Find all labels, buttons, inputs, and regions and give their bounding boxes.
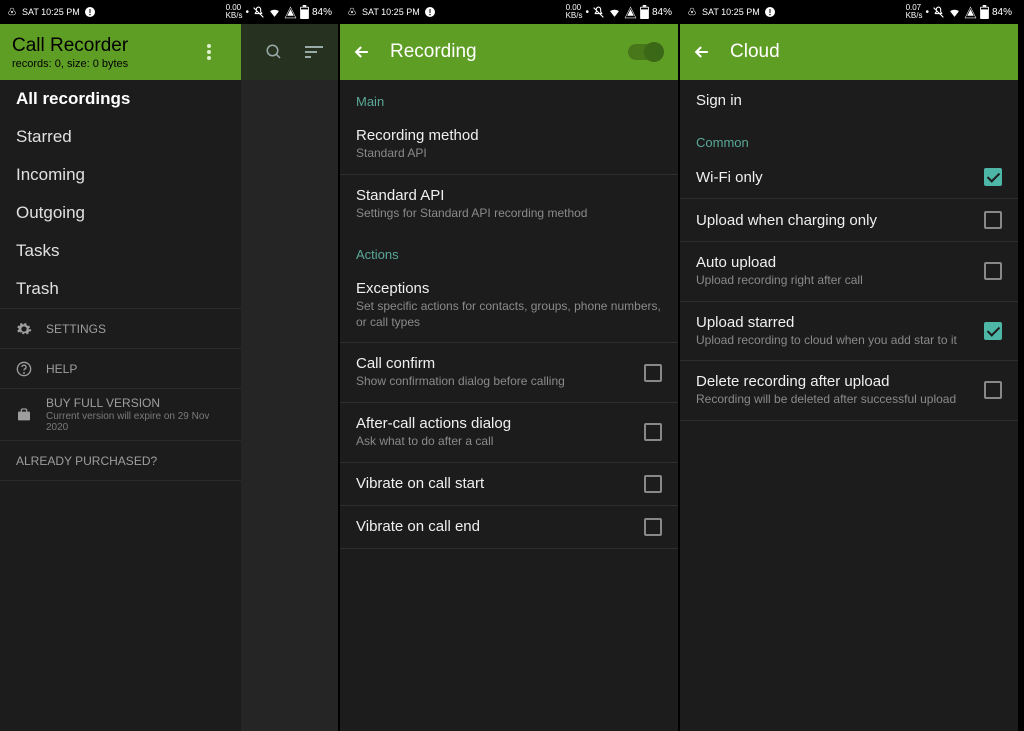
nav-help[interactable]: HELP [0,349,241,389]
section-common: Common [680,121,1018,156]
checkbox-charging-only[interactable] [984,211,1002,229]
screen-recording: SAT 10:25 PM 0.00KB/s • 84% Recording Ma… [340,0,680,731]
net-speed: 0.00KB/s [566,4,583,20]
net-speed: 0.07KB/s [906,4,923,20]
buy-sublabel: Current version will expire on 29 Nov 20… [46,411,225,433]
setting-upload-starred[interactable]: Upload starred Upload recording to cloud… [680,302,1018,362]
app-bar: Call Recorder records: 0, size: 0 bytes [0,24,338,80]
status-time: SAT 10:25 PM [362,7,420,17]
battery-pct: 84% [992,7,1012,18]
nav-trash[interactable]: Trash [0,270,241,308]
setting-signin[interactable]: Sign in [680,80,1018,121]
setting-wifi-only[interactable]: Wi-Fi only [680,156,1018,199]
battery-icon [640,5,649,19]
nav-incoming[interactable]: Incoming [0,156,241,194]
checkbox-call-confirm[interactable] [644,364,662,382]
wifi-icon [608,6,621,19]
nav-all-recordings[interactable]: All recordings [0,80,241,118]
setting-after-call[interactable]: After-call actions dialog Ask what to do… [340,403,678,463]
notification-icon [764,6,776,18]
setting-recording-method[interactable]: Recording method Standard API [340,115,678,175]
status-time: SAT 10:25 PM [702,7,760,17]
settings-label: SETTINGS [46,322,106,336]
setting-standard-api[interactable]: Standard API Settings for Standard API r… [340,175,678,234]
checkbox-wifi-only[interactable] [984,168,1002,186]
section-main: Main [340,80,678,115]
checkbox-auto-upload[interactable] [984,262,1002,280]
notification-icon [424,6,436,18]
nav-tasks[interactable]: Tasks [0,232,241,270]
status-bar: SAT 10:25 PM 0.00KB/s • 84% [0,0,338,24]
mute-icon [932,6,945,19]
signal-icon [624,6,637,19]
biohazard-icon [346,6,358,18]
nav-purchased[interactable]: ALREADY PURCHASED? [0,441,241,481]
help-icon [16,361,32,377]
biohazard-icon [6,6,18,18]
battery-icon [980,5,989,19]
screen-main: SAT 10:25 PM 0.00KB/s • 84% Call Recorde… [0,0,340,731]
back-button[interactable] [692,42,712,62]
page-title: Recording [390,41,628,63]
nav-outgoing[interactable]: Outgoing [0,194,241,232]
nav-buy[interactable]: BUY FULL VERSION Current version will ex… [0,389,241,441]
setting-vibrate-start[interactable]: Vibrate on call start [340,463,678,506]
mute-icon [252,6,265,19]
buy-label: BUY FULL VERSION [46,396,225,410]
net-speed: 0.00KB/s [226,4,243,20]
signal-icon [964,6,977,19]
checkbox-vibrate-end[interactable] [644,518,662,536]
mute-icon [592,6,605,19]
status-bar: SAT 10:25 PM 0.07KB/s • 84% [680,0,1018,24]
nav-settings[interactable]: SETTINGS [0,309,241,349]
app-title: Call Recorder [12,35,189,57]
more-button[interactable] [189,32,229,72]
checkbox-after-call[interactable] [644,423,662,441]
app-subtitle: records: 0, size: 0 bytes [12,58,189,70]
battery-icon [300,5,309,19]
sort-button[interactable] [294,32,334,72]
checkbox-vibrate-start[interactable] [644,475,662,493]
app-bar: Recording [340,24,678,80]
setting-auto-upload[interactable]: Auto upload Upload recording right after… [680,242,1018,302]
signal-icon [284,6,297,19]
setting-vibrate-end[interactable]: Vibrate on call end [340,506,678,549]
status-bar: SAT 10:25 PM 0.00KB/s • 84% [340,0,678,24]
purchased-label: ALREADY PURCHASED? [16,454,157,468]
setting-call-confirm[interactable]: Call confirm Show confirmation dialog be… [340,343,678,403]
checkbox-upload-starred[interactable] [984,322,1002,340]
checkbox-delete-after-upload[interactable] [984,381,1002,399]
back-button[interactable] [352,42,372,62]
content-empty [241,80,338,731]
notification-icon [84,6,96,18]
page-title: Cloud [730,41,1006,63]
setting-delete-after-upload[interactable]: Delete recording after upload Recording … [680,361,1018,421]
setting-charging-only[interactable]: Upload when charging only [680,199,1018,242]
wifi-icon [948,6,961,19]
screen-cloud: SAT 10:25 PM 0.07KB/s • 84% Cloud Sign i… [680,0,1020,731]
battery-pct: 84% [652,7,672,18]
app-bar: Cloud [680,24,1018,80]
biohazard-icon [686,6,698,18]
nav-starred[interactable]: Starred [0,118,241,156]
briefcase-icon [16,407,32,423]
status-time: SAT 10:25 PM [22,7,80,17]
setting-exceptions[interactable]: Exceptions Set specific actions for cont… [340,268,678,343]
gear-icon [16,321,32,337]
search-button[interactable] [254,32,294,72]
battery-pct: 84% [312,7,332,18]
help-label: HELP [46,362,77,376]
recording-toggle[interactable] [628,44,662,60]
wifi-icon [268,6,281,19]
section-actions: Actions [340,233,678,268]
